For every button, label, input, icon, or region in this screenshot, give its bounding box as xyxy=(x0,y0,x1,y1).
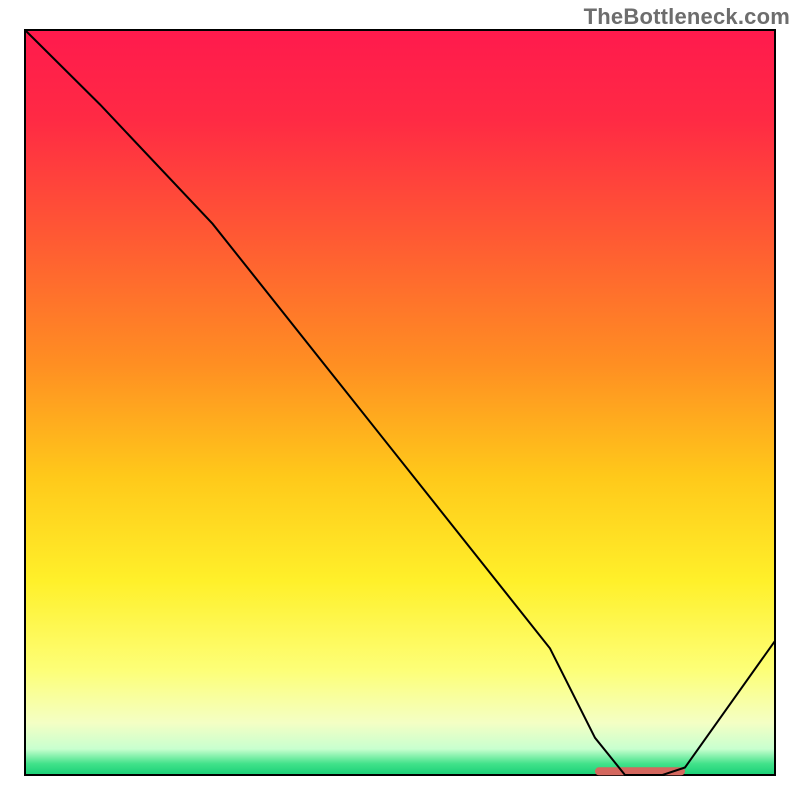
plot-background xyxy=(25,30,775,775)
chart-svg xyxy=(0,0,800,800)
watermark-label: TheBottleneck.com xyxy=(584,4,790,30)
chart-stage: TheBottleneck.com xyxy=(0,0,800,800)
